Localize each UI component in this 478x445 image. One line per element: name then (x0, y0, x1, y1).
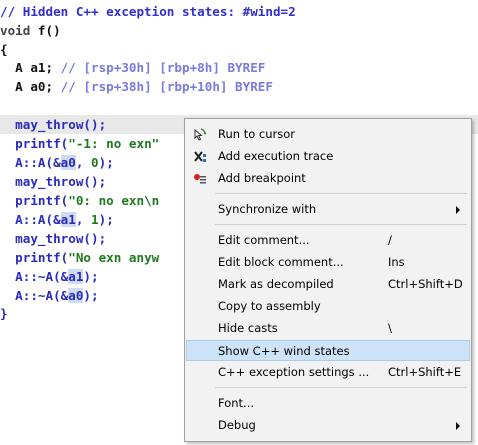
menu-item-label: Hide casts (218, 321, 278, 335)
code-line[interactable]: A::~A(&a0); (0, 286, 99, 305)
code-token: A::~A(& (0, 269, 69, 284)
menu-item-label: Copy to assembly (218, 299, 321, 313)
code-token: } (0, 306, 8, 321)
code-line[interactable]: printf("No exn anyw (0, 248, 159, 267)
code-token: a1 (60, 212, 76, 227)
code-token: ); (98, 212, 114, 227)
code-line[interactable]: A a1; // [rsp+30h] [rbp+8h] BYREF (0, 58, 265, 77)
menu-item-hide-casts[interactable]: Hide casts \ (186, 318, 470, 339)
code-line[interactable]: may_throw(); (0, 172, 106, 191)
code-token: printf( (0, 193, 69, 208)
code-line[interactable]: A::A(&a0, 0); (0, 153, 114, 172)
menu-item-shortcut: Ins (388, 255, 405, 269)
menu-item-label: Font... (218, 396, 255, 410)
code-token: may_throw(); (0, 117, 107, 132)
execution-trace-icon (192, 149, 208, 165)
menu-item-synchronize-with[interactable]: Synchronize with (186, 199, 470, 220)
menu-item-label: C++ exception settings ... (218, 365, 370, 379)
code-line[interactable]: } (0, 304, 8, 323)
code-token: a1 (68, 269, 84, 284)
code-token: "No exn anyw (68, 250, 160, 265)
menu-item-edit-block-comment[interactable]: Edit block comment... Ins (186, 252, 470, 273)
menu-item-mark-as-decompiled[interactable]: Mark as decompiled Ctrl+Shift+D (186, 274, 470, 295)
menu-item-show-cpp-wind-states[interactable]: Show C++ wind states (186, 340, 470, 361)
run-to-cursor-icon (192, 127, 208, 143)
code-token: // [rsp+38h] [rbp+10h] BYREF (60, 79, 273, 94)
menu-item-label: Debug (218, 418, 256, 432)
code-token: // [rsp+30h] [rbp+8h] BYREF (60, 60, 266, 75)
menu-item-cpp-exception-settings[interactable]: C++ exception settings ... Ctrl+Shift+E (186, 362, 470, 383)
menu-item-label: Mark as decompiled (218, 277, 334, 291)
menu-item-add-breakpoint[interactable]: Add breakpoint (186, 168, 470, 189)
code-token: A::~A(& (0, 288, 69, 303)
menu-item-add-execution-trace[interactable]: Add execution trace (186, 146, 470, 167)
code-token: , (75, 155, 92, 170)
code-token: { (0, 42, 8, 57)
code-token: printf( (0, 136, 69, 151)
code-token: , (75, 212, 92, 227)
code-line[interactable]: void f() (0, 21, 61, 40)
code-token: ); (83, 269, 99, 284)
menu-item-shortcut: Ctrl+Shift+D (388, 277, 463, 291)
code-token: A::A(& (0, 155, 61, 170)
code-token: f() (30, 23, 61, 38)
code-line[interactable]: A::~A(&a1); (0, 267, 99, 286)
menu-item-debug[interactable]: Debug (186, 415, 470, 436)
code-token: "-1: no exn" (68, 136, 160, 151)
menu-item-shortcut: Ctrl+Shift+E (388, 365, 462, 379)
submenu-arrow-icon (456, 206, 460, 214)
submenu-arrow-icon (456, 422, 460, 430)
menu-separator (215, 193, 467, 194)
code-token: A a0; (0, 79, 61, 94)
code-token: 0 (91, 155, 99, 170)
menu-item-label: Add execution trace (218, 149, 334, 163)
code-token: "0: no exn\n (68, 193, 160, 208)
menu-separator (215, 224, 467, 225)
code-token: // Hidden C++ exception states: #wind=2 (0, 4, 296, 19)
menu-item-edit-comment[interactable]: Edit comment... / (186, 230, 470, 251)
code-line[interactable]: A a0; // [rsp+38h] [rbp+10h] BYREF (0, 77, 273, 96)
menu-item-label: Edit comment... (218, 233, 310, 247)
menu-item-label: Add breakpoint (218, 171, 306, 185)
menu-item-run-to-cursor[interactable]: Run to cursor (186, 124, 470, 145)
code-line[interactable]: printf("-1: no exn" (0, 134, 159, 153)
code-token: may_throw(); (0, 231, 107, 246)
code-line[interactable]: { (0, 40, 8, 59)
menu-item-label: Edit block comment... (218, 255, 344, 269)
code-token: A::A(& (0, 212, 61, 227)
code-line[interactable]: may_throw(); (0, 229, 106, 248)
menu-item-label: Synchronize with (218, 202, 317, 216)
context-menu: Run to cursor Add execution trace Add br… (184, 118, 472, 442)
code-token: may_throw(); (0, 174, 107, 189)
code-line[interactable]: // Hidden C++ exception states: #wind=2 (0, 2, 296, 21)
code-token: ); (98, 155, 114, 170)
code-line[interactable]: printf("0: no exn\n (0, 191, 159, 210)
code-token: printf( (0, 250, 69, 265)
menu-item-font[interactable]: Font... (186, 393, 470, 414)
code-token: void (0, 23, 31, 38)
menu-item-shortcut: / (388, 233, 392, 247)
menu-separator (215, 387, 467, 388)
breakpoint-icon (192, 171, 208, 187)
menu-item-label: Show C++ wind states (218, 344, 350, 358)
menu-item-copy-to-assembly[interactable]: Copy to assembly (186, 296, 470, 317)
code-token: ); (83, 288, 99, 303)
code-token: a0 (60, 155, 76, 170)
code-line[interactable]: A::A(&a1, 1); (0, 210, 114, 229)
code-token: 1 (91, 212, 99, 227)
code-token: A a1; (0, 60, 61, 75)
menu-item-shortcut: \ (388, 321, 392, 335)
code-token: a0 (68, 288, 84, 303)
menu-item-label: Run to cursor (218, 127, 296, 141)
